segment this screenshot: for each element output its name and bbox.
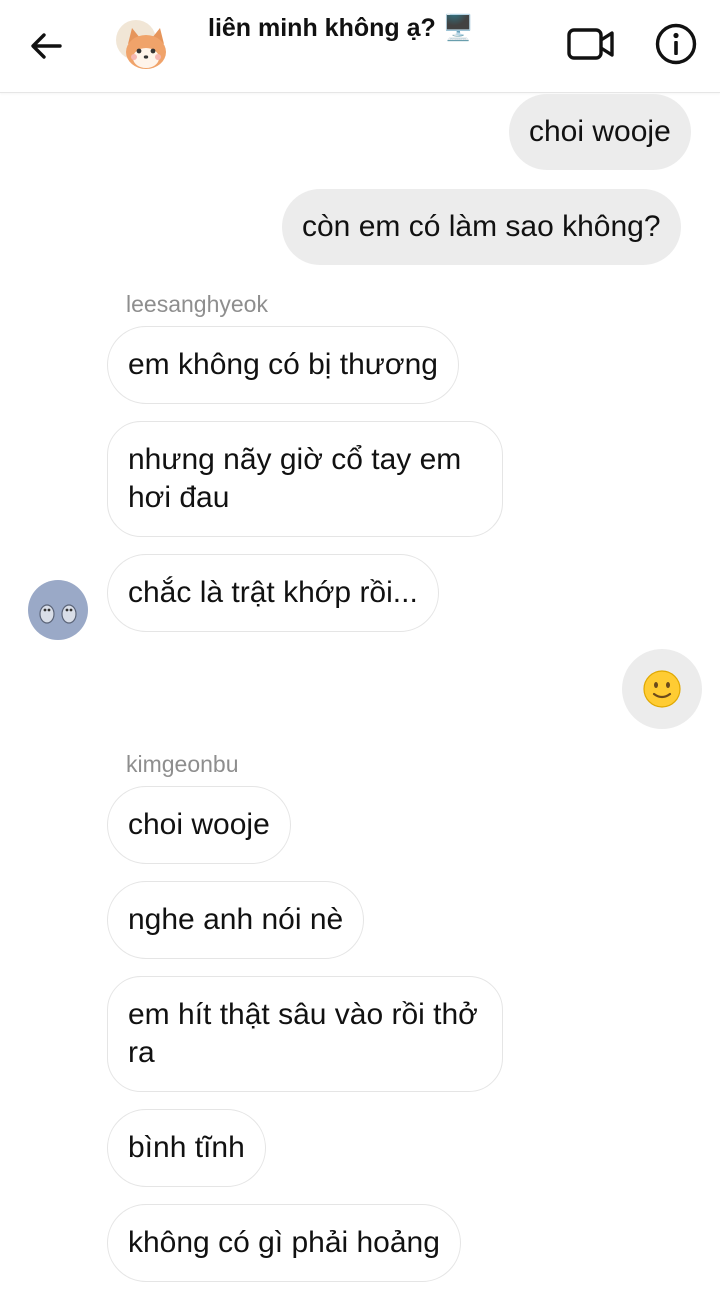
emoji-message[interactable]	[622, 649, 702, 729]
incoming-message[interactable]: chắc là trật khớp rồi...	[107, 554, 439, 632]
chat-title-text: liên minh không ạ?	[208, 14, 436, 42]
outgoing-message[interactable]: choi wooje	[509, 94, 691, 170]
incoming-message[interactable]: em không có bị thương	[107, 326, 459, 404]
sender-name: leesanghyeok	[126, 291, 268, 317]
incoming-message[interactable]: bình tĩnh	[107, 1109, 266, 1187]
sender-name: kimgeonbu	[126, 751, 239, 777]
chat-title: liên minh không ạ? 🖥️	[208, 14, 474, 43]
message-thread[interactable]: choi wooje còn em có làm sao không? lees…	[0, 93, 720, 1292]
incoming-message[interactable]: không có gì phải hoảng	[107, 1204, 461, 1282]
incoming-message[interactable]: em hít thật sâu vào rồi thở ra	[107, 976, 503, 1092]
incoming-message[interactable]: choi wooje	[107, 786, 291, 864]
computer-emoji-icon: 🖥️	[442, 14, 474, 42]
chat-header: liên minh không ạ? 🖥️	[0, 0, 720, 93]
back-arrow-icon[interactable]	[26, 26, 66, 66]
group-avatar[interactable]	[114, 14, 178, 78]
outgoing-message[interactable]: còn em có làm sao không?	[282, 189, 681, 265]
slightly-smiling-face-icon	[643, 670, 681, 708]
incoming-message[interactable]: nghe anh nói nè	[107, 881, 365, 959]
incoming-message[interactable]: nhưng nãy giờ cổ tay em hơi đau	[107, 421, 503, 537]
video-call-icon[interactable]	[566, 24, 616, 64]
sender-avatar[interactable]	[28, 580, 88, 640]
info-icon[interactable]	[654, 22, 698, 66]
